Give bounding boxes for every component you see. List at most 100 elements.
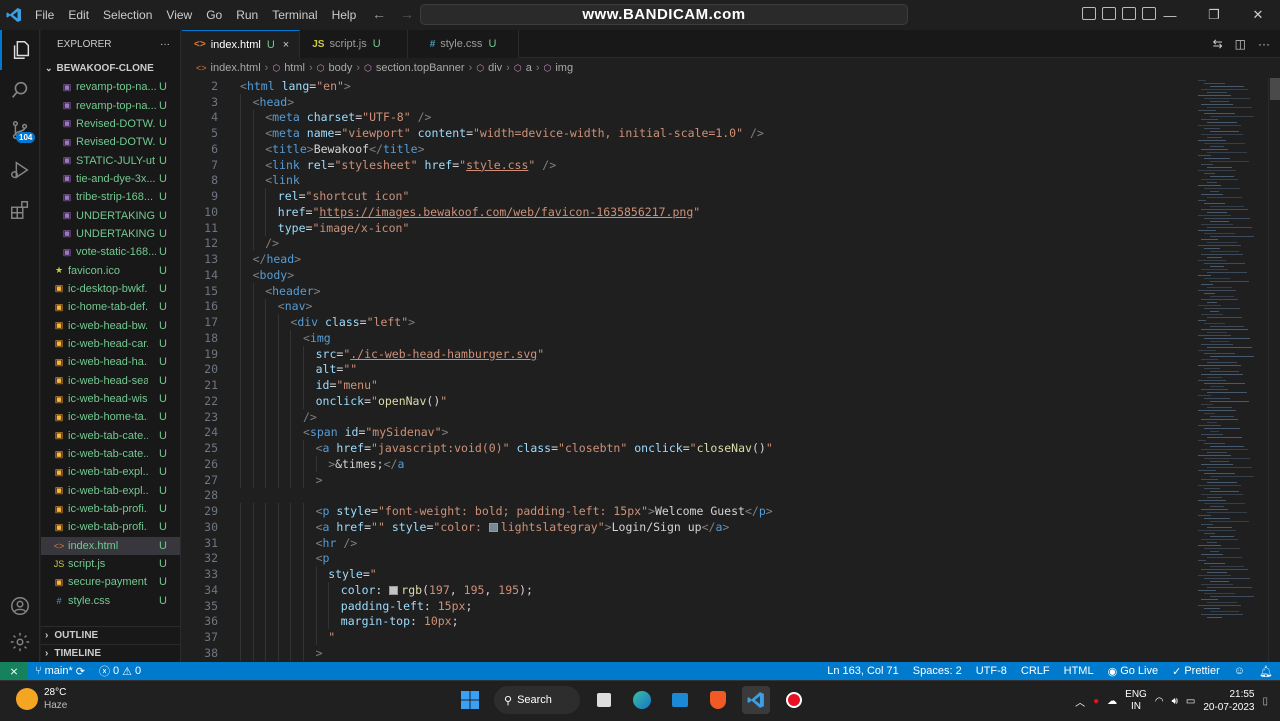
breadcrumb-item[interactable]: img [555, 62, 573, 74]
file-item[interactable]: ▣ ic-web-tab-expl... U [41, 463, 180, 481]
code-line[interactable]: 37 " [182, 629, 1192, 645]
prettier-status[interactable]: ✓ Prettier [1165, 665, 1227, 678]
language-indicator[interactable]: ENG IN [1125, 689, 1147, 713]
file-item[interactable]: ▣ revamp-top-na... U [41, 78, 180, 96]
editor-scrollbar[interactable] [1268, 78, 1280, 662]
file-item[interactable]: ▣ ic-home-tab-def... U [41, 298, 180, 316]
file-item[interactable]: JS script.js U [41, 555, 180, 573]
vscode-taskbar-icon[interactable] [742, 686, 770, 714]
code-line[interactable]: 32 <p [182, 550, 1192, 567]
code-line[interactable]: 23 /> [182, 408, 1192, 425]
bandicam-record-icon[interactable] [780, 686, 808, 714]
wifi-icon[interactable]: ◠ [1155, 696, 1164, 707]
chevron-up-icon[interactable]: ︿ [1075, 694, 1085, 709]
minimize-icon[interactable]: — [1148, 0, 1192, 30]
file-item[interactable]: ▣ tie-and-dye-3x... U [41, 170, 180, 188]
task-view-icon[interactable] [590, 686, 618, 714]
scrollbar-thumb[interactable] [1270, 78, 1280, 100]
back-arrow-icon[interactable]: ← [372, 6, 386, 22]
file-item[interactable]: ▣ UNDERTAKING... U [41, 206, 180, 224]
code-line[interactable]: 34 color: rgb(197, 195, 195); [182, 582, 1192, 598]
feedback-icon[interactable]: ☺ [1227, 665, 1252, 677]
record-indicator-icon[interactable]: ● [1093, 696, 1099, 707]
file-item[interactable]: ▣ ic-web-head-sea... U [41, 372, 180, 390]
source-control-icon[interactable]: 104 [0, 110, 40, 150]
code-line[interactable]: 7 <link rel="stylesheet" href="style.css"… [182, 156, 1192, 173]
code-line[interactable]: 26 >&times;</a [182, 456, 1192, 472]
code-line[interactable]: 29 <p style="font-weight: bold; padding-l… [182, 503, 1192, 519]
code-line[interactable]: 28 [182, 488, 1192, 504]
timeline-section[interactable]: › TIMELINE [41, 644, 181, 662]
line-ending[interactable]: CRLF [1014, 665, 1057, 677]
brave-browser-icon[interactable] [704, 686, 732, 714]
menu-item[interactable]: Edit [61, 8, 96, 22]
menu-item[interactable]: File [28, 8, 61, 22]
menu-item[interactable]: View [159, 8, 199, 22]
outline-section[interactable]: › OUTLINE [41, 626, 181, 644]
command-center-search[interactable]: www.BANDICAM.com [420, 4, 908, 25]
code-line[interactable]: 33 style=" [182, 566, 1192, 582]
tab-script-js[interactable]: JS script.js U [300, 30, 408, 58]
weather-widget[interactable]: 28°C Haze [16, 686, 67, 712]
file-item[interactable]: # style.css U [41, 592, 180, 610]
edge-browser-icon[interactable] [628, 686, 656, 714]
cursor-position[interactable]: Ln 163, Col 71 [820, 665, 906, 677]
file-item[interactable]: ▣ Revised-DOTW... U [41, 133, 180, 151]
breadcrumb-item[interactable]: index.html [211, 62, 261, 74]
code-line[interactable]: 13 </head> [182, 251, 1192, 267]
menu-item[interactable]: Terminal [265, 8, 324, 22]
code-line[interactable]: 36 margin-top: 10px; [182, 613, 1192, 630]
code-line[interactable]: 31 <hr /> [182, 534, 1192, 551]
file-item[interactable]: ▣ vote-static-168... U [41, 243, 180, 261]
remote-indicator-icon[interactable]: ⨯ [0, 662, 28, 680]
file-item[interactable]: ▣ ic-web-tab-cate... U [41, 445, 180, 463]
go-live-button[interactable]: ◉ Go Live [1101, 665, 1166, 678]
language-mode[interactable]: HTML [1057, 665, 1101, 677]
file-item[interactable]: ▣ ic-web-tab-cate... U [41, 427, 180, 445]
code-line[interactable]: 3 <head> [182, 93, 1192, 110]
explorer-icon[interactable] [0, 30, 40, 70]
code-line[interactable]: 30 <a href="" style="color: lightslategra… [182, 519, 1192, 535]
battery-icon[interactable]: ▭ [1186, 696, 1195, 707]
menu-item[interactable]: Run [229, 8, 265, 22]
code-line[interactable]: 35 padding-left: 15px; [182, 597, 1192, 614]
store-icon[interactable] [666, 686, 694, 714]
tab-index-html[interactable]: <> index.html U × [182, 30, 301, 58]
code-line[interactable]: 15 <header> [182, 282, 1192, 299]
menu-item[interactable]: Go [199, 8, 229, 22]
file-item[interactable]: ▣ ic-web-head-ha... U [41, 353, 180, 371]
code-line[interactable]: 4 <meta charset="UTF-8" /> [182, 109, 1192, 126]
code-line[interactable]: 27 > [182, 471, 1192, 488]
code-line[interactable]: 10 href="https://images.bewakoof.com/web/… [182, 204, 1192, 220]
file-item[interactable]: ▣ revamp-top-na... U [41, 96, 180, 114]
toggle-sidebar-icon[interactable] [1082, 7, 1096, 20]
file-item[interactable]: ▣ secure-payment... U [41, 573, 180, 591]
close-tab-icon[interactable]: × [283, 39, 289, 51]
code-editor[interactable]: 2 <html lang="en"> 3 <head> 4 <meta charset="… [182, 78, 1192, 662]
file-item[interactable]: ▣ ic-web-tab-profi... U [41, 500, 180, 518]
breadcrumb-item[interactable]: div [488, 62, 502, 74]
code-line[interactable]: 25 <a href="javascript:void(0)" class="cl… [182, 440, 1192, 456]
code-line[interactable]: 16 <nav> [182, 298, 1192, 315]
code-line[interactable]: 24 <span id="mySidenav"> [182, 424, 1192, 441]
file-item[interactable]: ▣ tribe-strip-168... U [41, 188, 180, 206]
code-line[interactable]: 17 <div class="left"> [182, 314, 1192, 330]
encoding[interactable]: UTF-8 [969, 665, 1014, 677]
breadcrumb-item[interactable]: html [284, 62, 305, 74]
more-actions-icon[interactable]: ··· [1258, 37, 1270, 51]
more-actions-icon[interactable]: ··· [160, 39, 170, 50]
file-item[interactable]: <> index.html U [41, 536, 180, 555]
code-line[interactable]: 19 src="./ic-web-head-hamburger.svg" [182, 345, 1192, 362]
code-line[interactable]: 5 <meta name="viewport" content="width=de… [182, 125, 1192, 141]
file-item[interactable]: ▣ ic-web-head-bw... U [41, 316, 180, 334]
compare-changes-icon[interactable]: ⇆ [1213, 37, 1223, 51]
run-debug-icon[interactable] [0, 150, 40, 190]
close-window-icon[interactable]: ✕ [1236, 0, 1280, 30]
file-item[interactable]: ▣ ic-web-tab-profi... U [41, 518, 180, 536]
restore-icon[interactable]: ❐ [1192, 0, 1236, 30]
notifications-icon[interactable]: 🔔︎ [1252, 665, 1280, 678]
code-line[interactable]: 2 <html lang="en"> [182, 78, 1192, 94]
code-line[interactable]: 12 /> [182, 235, 1192, 252]
sync-icon[interactable]: ⟳ [76, 665, 85, 678]
code-line[interactable]: 22 onclick="openNav()" [182, 393, 1192, 409]
